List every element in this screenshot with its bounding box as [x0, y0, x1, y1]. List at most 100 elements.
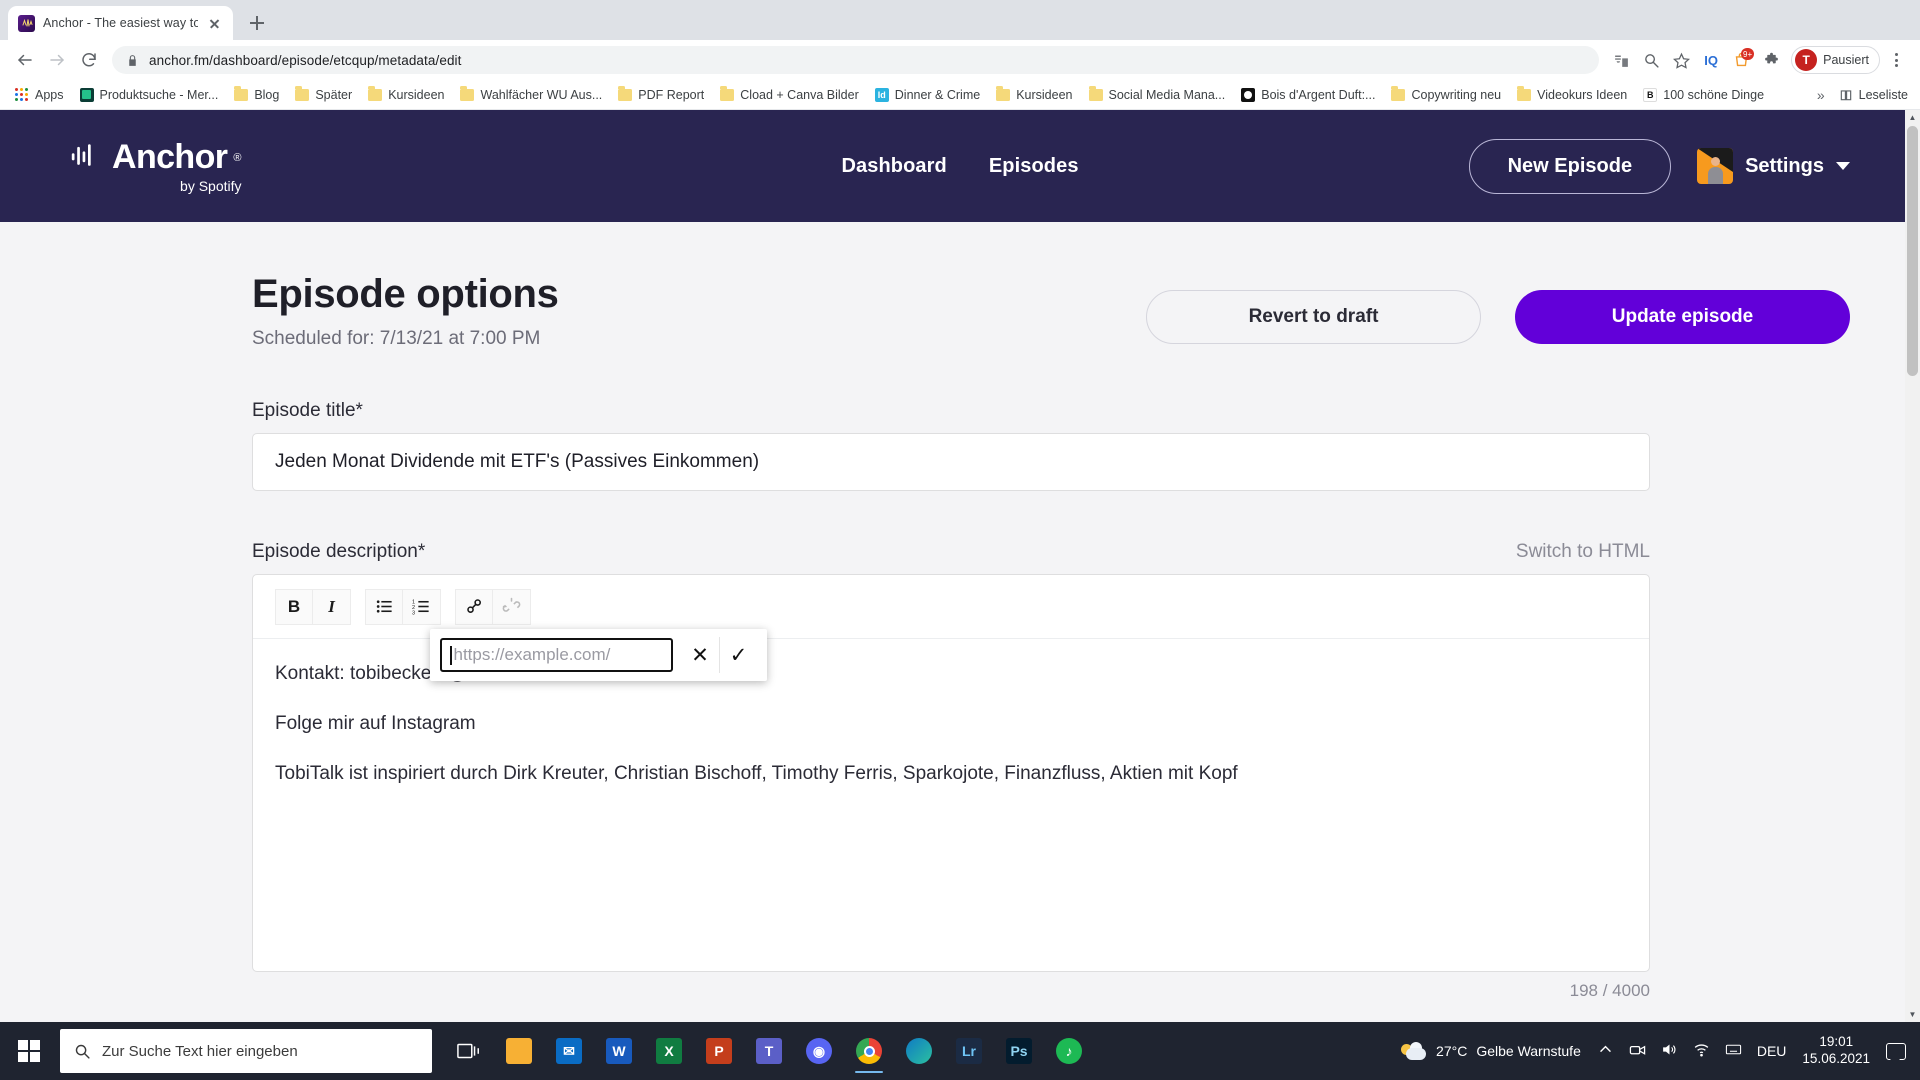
- bookmark-star-icon[interactable]: [1667, 46, 1695, 74]
- excel-button[interactable]: X: [646, 1027, 692, 1075]
- anchor-wave-icon: [70, 142, 106, 173]
- description-paragraph: TobiTalk ist inspiriert durch Dirk Kreut…: [275, 762, 1238, 784]
- user-avatar: [1697, 148, 1734, 184]
- profile-chip[interactable]: T Pausiert: [1791, 46, 1880, 74]
- bookmark-item[interactable]: Produktsuche - Mer...: [73, 85, 226, 105]
- anchor-favicon: [18, 14, 35, 32]
- bookmark-label: Videokurs Ideen: [1537, 87, 1628, 102]
- bookmark-item[interactable]: Cload + Canva Bilder: [713, 85, 865, 105]
- lightroom-button[interactable]: Lr: [946, 1027, 992, 1075]
- task-view-button[interactable]: [446, 1027, 492, 1075]
- bookmark-item[interactable]: Blog: [227, 85, 286, 105]
- remove-link-button[interactable]: [493, 588, 531, 625]
- settings-label: Settings: [1745, 154, 1824, 177]
- photoshop-button[interactable]: Ps: [996, 1027, 1042, 1075]
- episode-title-input[interactable]: Jeden Monat Dividende mit ETF's (Passive…: [252, 433, 1650, 491]
- update-episode-button[interactable]: Update episode: [1515, 290, 1850, 344]
- link-url-input[interactable]: https://example.com/: [440, 638, 673, 672]
- bookmark-item[interactable]: Id Dinner & Crime: [868, 85, 987, 105]
- puzzle-extension-icon[interactable]: [1757, 46, 1785, 74]
- file-explorer-icon: [506, 1038, 532, 1064]
- insert-link-button[interactable]: [455, 588, 493, 625]
- page-scrollbar[interactable]: ▲ ▼: [1905, 110, 1920, 1022]
- volume-icon[interactable]: [1661, 1041, 1678, 1061]
- zoom-icon[interactable]: [1637, 46, 1665, 74]
- confirm-link-button[interactable]: ✓: [719, 637, 757, 673]
- folder-icon: [720, 86, 735, 101]
- back-icon[interactable]: [10, 45, 40, 75]
- powerpoint-button[interactable]: P: [696, 1027, 742, 1075]
- translate-icon[interactable]: [1607, 46, 1635, 74]
- cancel-link-button[interactable]: ✕: [681, 637, 719, 673]
- new-episode-button[interactable]: New Episode: [1468, 138, 1672, 194]
- bookmark-item[interactable]: Copywriting neu: [1384, 85, 1508, 105]
- scroll-down-arrow[interactable]: ▼: [1905, 1007, 1920, 1022]
- notification-center-icon[interactable]: [1886, 1042, 1906, 1065]
- numbered-list-button[interactable]: 123: [403, 588, 441, 625]
- clock-date: 15.06.2021: [1802, 1051, 1870, 1066]
- reading-list-button[interactable]: Leseliste: [1839, 88, 1908, 102]
- system-tray: 27°C Gelbe Warnstufe DEU 19:01 15.06.202…: [1401, 1034, 1920, 1068]
- browser-tab[interactable]: Anchor - The easiest way to mak: [8, 6, 233, 40]
- bookmark-item[interactable]: Kursideen: [361, 85, 451, 105]
- forward-icon[interactable]: [42, 45, 72, 75]
- chrome-menu-icon[interactable]: [1882, 46, 1910, 74]
- nav-dashboard[interactable]: Dashboard: [841, 155, 946, 178]
- bookmark-item[interactable]: Später: [288, 85, 359, 105]
- revert-to-draft-button[interactable]: Revert to draft: [1146, 290, 1481, 344]
- start-button[interactable]: [0, 1022, 58, 1080]
- bookmark-item[interactable]: Bois d'Argent Duft:...: [1234, 85, 1382, 105]
- iq-extension-icon[interactable]: IQ: [1697, 46, 1725, 74]
- switch-to-html-link[interactable]: Switch to HTML: [1516, 541, 1650, 563]
- scroll-up-arrow[interactable]: ▲: [1905, 110, 1920, 125]
- description-editor: B I 123 Kontakt: tobibecker1@hotmail.com…: [252, 574, 1650, 972]
- taskbar-clock[interactable]: 19:01 15.06.2021: [1802, 1034, 1870, 1068]
- bookmark-item[interactable]: Social Media Mana...: [1082, 85, 1233, 105]
- bookmark-apps[interactable]: Apps: [8, 85, 71, 105]
- discord-button[interactable]: ◉: [796, 1027, 842, 1075]
- site-icon-green: [79, 87, 94, 102]
- scrollbar-thumb[interactable]: [1907, 126, 1918, 376]
- anchor-logo[interactable]: Anchor ® by Spotify: [70, 138, 242, 194]
- bookmark-item[interactable]: Wahlfächer WU Aus...: [453, 85, 609, 105]
- bullet-list-button[interactable]: [365, 588, 403, 625]
- wifi-icon[interactable]: [1693, 1041, 1710, 1061]
- word-button[interactable]: W: [596, 1027, 642, 1075]
- page-title: Episode options: [252, 272, 559, 316]
- new-tab-button[interactable]: [243, 9, 271, 37]
- shopping-extension-icon[interactable]: 9+: [1727, 46, 1755, 74]
- address-bar[interactable]: anchor.fm/dashboard/episode/etcqup/metad…: [112, 46, 1600, 74]
- chrome-button[interactable]: [846, 1027, 892, 1075]
- bookmark-item[interactable]: PDF Report: [611, 85, 711, 105]
- clock-time: 19:01: [1819, 1034, 1854, 1050]
- file-explorer-button[interactable]: [496, 1027, 542, 1075]
- language-indicator[interactable]: DEU: [1757, 1043, 1787, 1059]
- nav-episodes[interactable]: Episodes: [989, 155, 1079, 178]
- spotify-button[interactable]: ♪: [1046, 1027, 1092, 1075]
- tray-expand-icon[interactable]: [1597, 1041, 1614, 1061]
- bold-button[interactable]: B: [275, 588, 313, 625]
- episode-title-label: Episode title*: [252, 400, 363, 421]
- web-page: Anchor ® by Spotify Dashboard Episodes N…: [0, 110, 1920, 1022]
- settings-menu[interactable]: Settings: [1697, 148, 1850, 184]
- close-icon[interactable]: [206, 15, 223, 32]
- taskbar-search[interactable]: Zur Suche Text hier eingeben: [60, 1029, 432, 1073]
- spotify-icon: ♪: [1056, 1038, 1082, 1064]
- keyboard-icon[interactable]: [1725, 1041, 1742, 1061]
- excel-icon: X: [656, 1038, 682, 1064]
- character-count: 198 / 4000: [1569, 981, 1650, 1000]
- bookmark-item[interactable]: B 100 schöne Dinge: [1636, 85, 1771, 105]
- reload-icon[interactable]: [74, 45, 104, 75]
- bookmark-label: PDF Report: [638, 87, 705, 102]
- bookmarks-bar: Apps Produktsuche - Mer... Blog Später K…: [0, 80, 1920, 110]
- bookmark-item[interactable]: Videokurs Ideen: [1510, 85, 1634, 105]
- meet-now-icon[interactable]: [1629, 1041, 1646, 1061]
- bookmark-item[interactable]: Kursideen: [989, 85, 1079, 105]
- edge-button[interactable]: [896, 1027, 942, 1075]
- bookmarks-overflow-button[interactable]: »: [1817, 87, 1825, 103]
- weather-widget[interactable]: 27°C Gelbe Warnstufe: [1401, 1042, 1581, 1060]
- svg-text:3: 3: [412, 610, 415, 616]
- mail-button[interactable]: ✉: [546, 1027, 592, 1075]
- italic-button[interactable]: I: [313, 588, 351, 625]
- teams-button[interactable]: T: [746, 1027, 792, 1075]
